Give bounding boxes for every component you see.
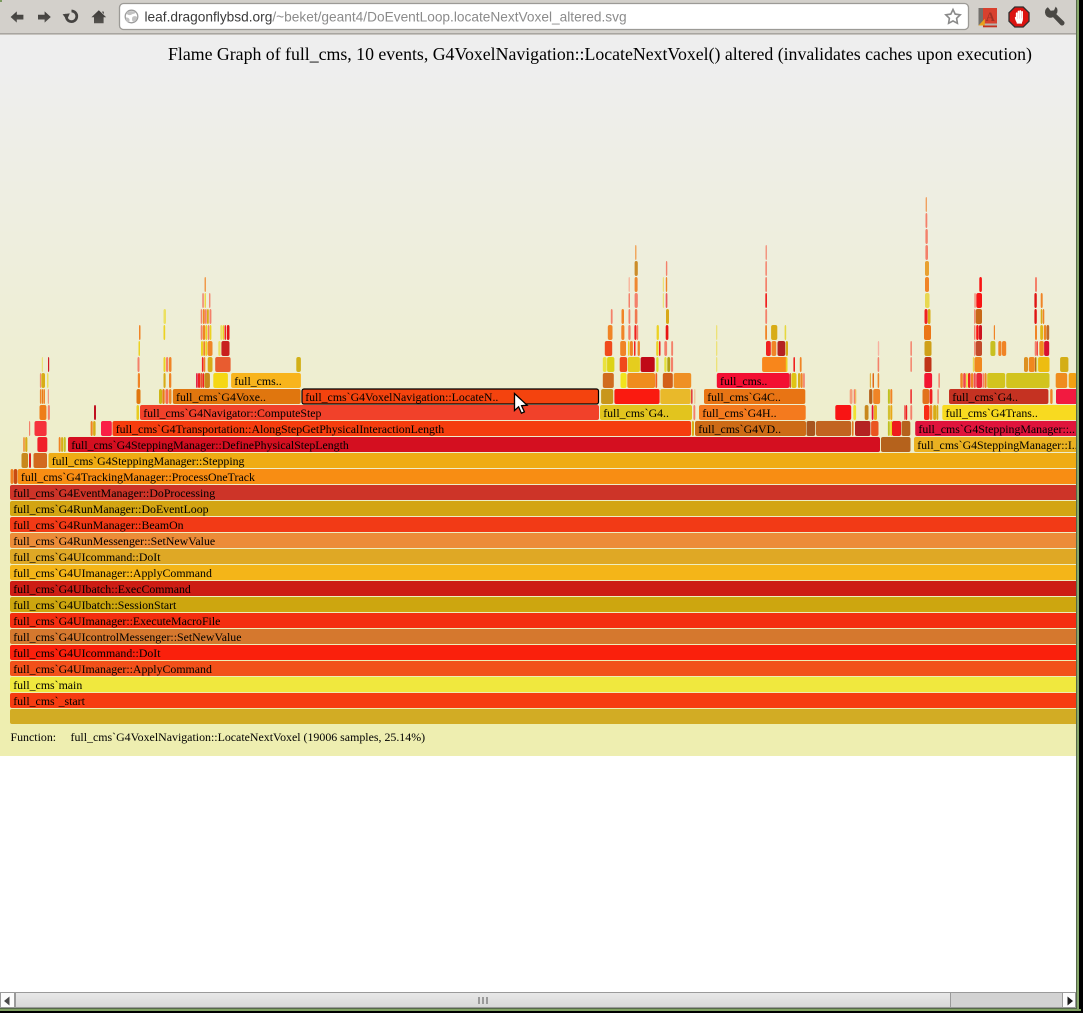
svg-text:full_cms`G4UImanager::ApplyCom: full_cms`G4UImanager::ApplyCommand bbox=[13, 566, 212, 580]
svg-text:full_cms`G4SteppingManager::..: full_cms`G4SteppingManager::.. bbox=[918, 422, 1075, 436]
svg-text:full_cms`G4UImanager::ApplyCom: full_cms`G4UImanager::ApplyCommand bbox=[13, 662, 212, 676]
svg-text:A: A bbox=[986, 10, 995, 24]
svg-text:full_cms`G4SteppingManager::St: full_cms`G4SteppingManager::Stepping bbox=[52, 454, 245, 468]
svg-text:full_cms`G4UIcommand::DoIt: full_cms`G4UIcommand::DoIt bbox=[13, 550, 161, 564]
svg-text:full_cms`G4VoxelNavigation::Lo: full_cms`G4VoxelNavigation::LocateNextVo… bbox=[71, 730, 426, 744]
svg-text:full_cms`G4..: full_cms`G4.. bbox=[952, 390, 1018, 404]
svg-text:full_cms`G4RunMessenger::SetNe: full_cms`G4RunMessenger::SetNewValue bbox=[13, 534, 215, 548]
svg-text:full_cms`G4Navigator::ComputeS: full_cms`G4Navigator::ComputeStep bbox=[143, 406, 321, 420]
svg-text:full_cms`G4RunManager::BeamOn: full_cms`G4RunManager::BeamOn bbox=[13, 518, 183, 532]
svg-text:full_cms`G4Voxe..: full_cms`G4Voxe.. bbox=[176, 390, 266, 404]
svg-text:full_cms`G4VD..: full_cms`G4VD.. bbox=[698, 422, 781, 436]
svg-text:full_cms..: full_cms.. bbox=[720, 374, 767, 388]
svg-text:full_cms`main: full_cms`main bbox=[13, 678, 82, 692]
svg-text:full_cms`G4UImanager::ExecuteM: full_cms`G4UImanager::ExecuteMacroFile bbox=[13, 614, 220, 628]
svg-text:full_cms`G4Transportation::Alo: full_cms`G4Transportation::AlongStepGetP… bbox=[116, 422, 445, 436]
svg-text:full_cms`G4C..: full_cms`G4C.. bbox=[707, 390, 781, 404]
svg-text:full_cms`G4UIcontrolMessenger:: full_cms`G4UIcontrolMessenger::SetNewVal… bbox=[13, 630, 241, 644]
svg-text:full_cms`G4UIbatch::ExecComman: full_cms`G4UIbatch::ExecCommand bbox=[13, 582, 191, 596]
svg-text:leaf.dragonflybsd.org/~beket/g: leaf.dragonflybsd.org/~beket/geant4/DoEv… bbox=[145, 9, 627, 24]
svg-text:full_cms`G4SteppingManager::De: full_cms`G4SteppingManager::DefinePhysic… bbox=[71, 438, 349, 452]
svg-text:full_cms`_start: full_cms`_start bbox=[13, 694, 85, 708]
svg-text:full_cms`G4TrackingManager::Pr: full_cms`G4TrackingManager::ProcessOneTr… bbox=[21, 470, 255, 484]
svg-text:full_cms`G4UIcommand::DoIt: full_cms`G4UIcommand::DoIt bbox=[13, 646, 161, 660]
svg-text:full_cms`G4SteppingManager::I.: full_cms`G4SteppingManager::I.. bbox=[917, 438, 1076, 452]
svg-text:full_cms`G4UIbatch::SessionSta: full_cms`G4UIbatch::SessionStart bbox=[13, 598, 177, 612]
svg-text:full_cms`G4VoxelNavigation::Lo: full_cms`G4VoxelNavigation::LocateN.. bbox=[305, 390, 498, 404]
svg-text:full_cms`G4..: full_cms`G4.. bbox=[603, 406, 669, 420]
svg-text:full_cms..: full_cms.. bbox=[234, 374, 281, 388]
svg-text:full_cms`G4EventManager::DoPro: full_cms`G4EventManager::DoProcessing bbox=[13, 486, 215, 500]
svg-text:Flame Graph of full_cms, 10 ev: Flame Graph of full_cms, 10 events, G4Vo… bbox=[168, 44, 1032, 65]
svg-text:full_cms`G4RunManager::DoEvent: full_cms`G4RunManager::DoEventLoop bbox=[13, 502, 208, 516]
svg-text:full_cms`G4H..: full_cms`G4H.. bbox=[702, 406, 776, 420]
svg-text:full_cms`G4Trans..: full_cms`G4Trans.. bbox=[946, 406, 1038, 420]
svg-text:Function:: Function: bbox=[11, 730, 57, 744]
